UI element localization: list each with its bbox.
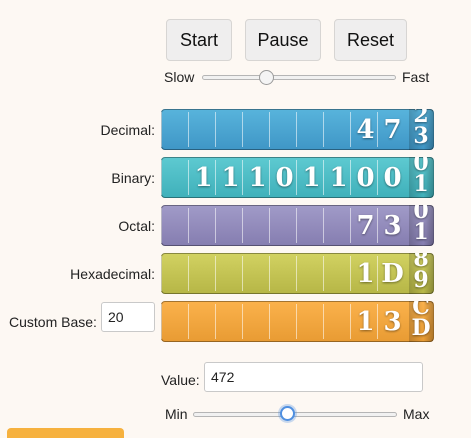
pause-button[interactable]: Pause — [245, 19, 321, 61]
counter-label: Decimal: — [100, 122, 155, 138]
rolling-digit-glyph: 1 — [413, 219, 429, 245]
digit-cell — [215, 112, 243, 147]
digit-cell — [188, 208, 216, 243]
digit-cell — [215, 256, 243, 291]
digit: 1 — [248, 163, 267, 193]
start-button[interactable]: Start — [166, 19, 232, 61]
counter-display: 4723 — [161, 109, 434, 150]
digit-cell — [161, 304, 189, 339]
digit-cell — [323, 208, 351, 243]
digit: 7 — [383, 115, 402, 145]
digit: 0 — [356, 163, 375, 193]
digit-cell — [323, 304, 351, 339]
speed-slider[interactable] — [202, 75, 396, 80]
rolling-digit: 89 — [409, 253, 433, 294]
digit-cell — [161, 256, 189, 291]
value-input[interactable] — [204, 362, 423, 392]
value-label: Value: — [161, 372, 200, 388]
counter-display: 7301 — [161, 205, 434, 246]
digit: 1 — [356, 307, 375, 337]
digit-cell — [215, 208, 243, 243]
digit-cell — [188, 304, 216, 339]
digit: 3 — [383, 211, 402, 241]
counter-display: 13CD — [161, 301, 434, 342]
bottom-orange-button[interactable] — [7, 428, 124, 438]
digit: 1 — [194, 163, 213, 193]
digit-cell — [215, 304, 243, 339]
digit-cell — [188, 256, 216, 291]
digit: 4 — [356, 115, 375, 145]
digit-cell — [323, 256, 351, 291]
rolling-digit-glyph: D — [411, 315, 431, 341]
speed-min-label: Slow — [164, 69, 195, 85]
counter-label: Hexadecimal: — [70, 266, 155, 282]
counter-display: 1110110001 — [161, 157, 434, 198]
speed-slider-thumb[interactable] — [259, 70, 275, 85]
rolling-digit-glyph: 9 — [413, 267, 429, 293]
value-max-label: Max — [403, 406, 430, 422]
digit-cell — [269, 208, 297, 243]
rolling-digit: 23 — [409, 109, 433, 150]
rolling-digit-glyph: 3 — [413, 123, 429, 149]
digit-cell — [161, 112, 189, 147]
reset-button[interactable]: Reset — [334, 19, 407, 61]
digit-cell — [296, 208, 324, 243]
digit-cell — [323, 112, 351, 147]
digit-cell — [242, 304, 270, 339]
counter-label: Octal: — [118, 218, 155, 234]
digit-cell — [296, 256, 324, 291]
counter-label: Custom Base: — [9, 314, 97, 330]
digit-cell — [296, 112, 324, 147]
digit-cell — [269, 112, 297, 147]
digit-cell — [242, 112, 270, 147]
digit-cell — [161, 208, 189, 243]
rolling-digit: 01 — [409, 157, 433, 198]
speed-max-label: Fast — [402, 69, 430, 85]
digit: 7 — [356, 211, 375, 241]
digit-cell — [242, 208, 270, 243]
digit-cell — [242, 256, 270, 291]
counter-display: 1D89 — [161, 253, 434, 294]
rolling-digit: CD — [409, 301, 433, 342]
digit-cell — [188, 112, 216, 147]
value-slider-thumb[interactable] — [279, 406, 295, 421]
digit: 3 — [383, 307, 402, 337]
rolling-digit-glyph: 1 — [413, 171, 429, 197]
rolling-digit: 01 — [409, 205, 433, 246]
digit-cell — [269, 304, 297, 339]
digit: 1 — [302, 163, 321, 193]
digit: 1 — [221, 163, 240, 193]
value-slider[interactable] — [193, 412, 397, 417]
counter-label: Binary: — [111, 170, 155, 186]
custom-base-input[interactable] — [101, 302, 155, 332]
digit-cell — [269, 256, 297, 291]
digit-cell — [161, 160, 189, 195]
digit: D — [381, 259, 404, 289]
value-min-label: Min — [165, 406, 188, 422]
digit: 1 — [329, 163, 348, 193]
digit-cell — [296, 304, 324, 339]
digit: 0 — [275, 163, 294, 193]
digit: 0 — [383, 163, 402, 193]
digit: 1 — [356, 259, 375, 289]
